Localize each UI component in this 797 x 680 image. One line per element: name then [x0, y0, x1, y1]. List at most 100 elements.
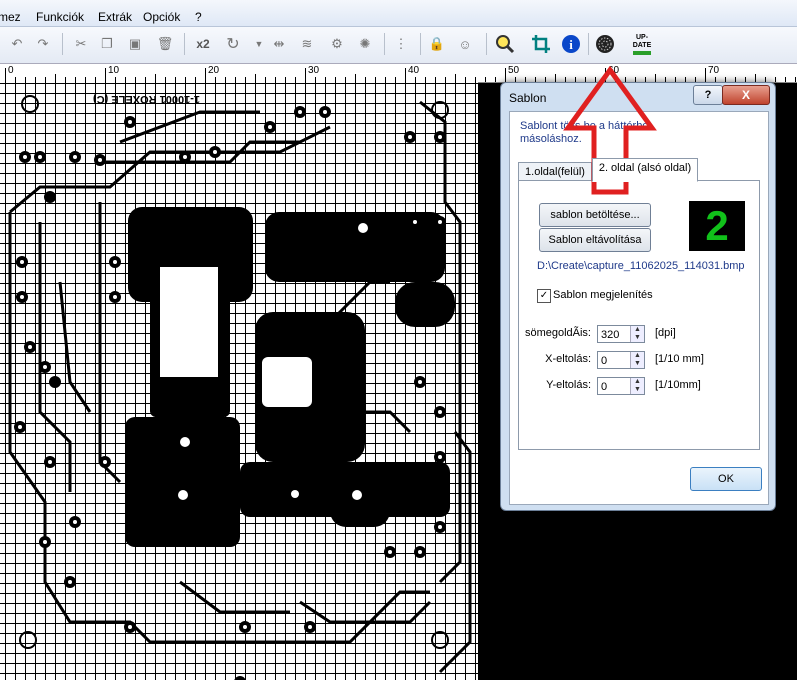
pad-hole [418, 550, 422, 554]
x-offset-input[interactable]: 0 ▲ ▼ [597, 351, 645, 369]
show-template-label: Sablon megjelenítés [553, 289, 653, 301]
toolbar-separator [588, 33, 589, 55]
update-icon[interactable]: UP- DATE [628, 33, 656, 55]
pad-hole [113, 295, 117, 299]
paste-icon[interactable]: ▣ [124, 33, 146, 55]
board-silkscreen-text: 1-10001 ROXELE (C) [93, 93, 200, 105]
info-icon[interactable]: i [560, 33, 582, 55]
dialog-title: Sablon [509, 91, 547, 105]
x-offset-value: 0 [601, 355, 608, 367]
spin-arrows-icon[interactable]: ▲ ▼ [630, 378, 644, 394]
mirror-icon[interactable]: ⇹ [268, 33, 290, 55]
template-icon[interactable] [594, 33, 616, 55]
resolution-value: 320 [601, 329, 620, 341]
copper-cutout [160, 267, 218, 377]
drill-hole [352, 490, 362, 500]
resolution-label: sömegoldÃis: [524, 327, 591, 339]
crop-icon[interactable] [530, 33, 552, 55]
pad [49, 376, 61, 388]
x-offset-label: X-eltolás: [545, 353, 591, 365]
ruler-tick [155, 74, 156, 82]
pad-hole [73, 155, 77, 159]
toolbar: ↶ ↷ ✂ ❐ ▣ 🗑 x2 ↻ ▼ ⇹ ≋ ⚙ ✺ ⋮ 🔒 ☺ i UP- D… [0, 27, 797, 64]
copper-area [125, 417, 240, 547]
pad-hole [113, 260, 117, 264]
ruler-tick [405, 68, 406, 82]
ruler-tick [355, 74, 356, 82]
pad-hole [20, 260, 24, 264]
pad-hole [98, 158, 102, 162]
menu-help[interactable]: ? [195, 10, 202, 24]
pad-hole [68, 580, 72, 584]
y-offset-input[interactable]: 0 ▲ ▼ [597, 377, 645, 395]
ruler-tick [105, 68, 106, 82]
dialog-content: Sablont tölts be a háttérbe másoláshoz. … [509, 111, 769, 505]
ok-button[interactable]: OK [690, 467, 762, 491]
pad-hole [438, 410, 442, 414]
pad-hole [28, 345, 32, 349]
drill-hole [358, 223, 368, 233]
redo-icon[interactable]: ↷ [32, 33, 54, 55]
group-icon[interactable]: ⚙ [326, 33, 348, 55]
undo-icon[interactable]: ↶ [6, 33, 28, 55]
drill-hole [180, 437, 190, 447]
pad-hole [438, 455, 442, 459]
connection-icon[interactable]: ⋮ [390, 33, 412, 55]
spin-arrows-icon[interactable]: ▲ ▼ [630, 326, 644, 342]
pad-hole [43, 365, 47, 369]
svg-text:i: i [569, 37, 573, 52]
mounting-hole [19, 631, 37, 649]
rotate-dropdown-icon[interactable]: ▼ [248, 33, 270, 55]
menu-functions[interactable]: Funkciók [36, 10, 84, 24]
ruler-tick [5, 68, 6, 82]
menu-file[interactable]: mez [0, 10, 21, 24]
spin-arrows-icon[interactable]: ▲ ▼ [630, 352, 644, 368]
delete-icon[interactable]: 🗑 [154, 33, 176, 55]
pad-hole [103, 460, 107, 464]
align-icon[interactable]: ≋ [296, 33, 318, 55]
trace [98, 202, 122, 484]
copy-icon[interactable]: ❐ [96, 33, 118, 55]
load-template-button[interactable]: sablon betöltése... [539, 203, 651, 227]
ruler-tick [755, 74, 756, 82]
pad-hole [308, 625, 312, 629]
pad-hole [183, 155, 187, 159]
top-ruler: 0 10 20 30 40 50 60 70 [0, 64, 797, 83]
pad-hole [298, 110, 302, 114]
tab-bottom-side[interactable]: 2. oldal (alsó oldal) [592, 158, 698, 182]
menu-options[interactable]: Opciók [143, 10, 180, 24]
pad-hole [213, 150, 217, 154]
ruler-tick [55, 74, 56, 82]
pad-hole [388, 550, 392, 554]
spark-icon[interactable]: ✺ [354, 33, 376, 55]
remove-template-button[interactable]: Sablon eltávolítása [539, 228, 651, 252]
trace [9, 125, 331, 214]
ruler-tick [705, 68, 706, 82]
pad-hole [73, 520, 77, 524]
help-button[interactable]: ? [693, 85, 723, 105]
pad-hole [438, 525, 442, 529]
zoom-x2-button[interactable]: x2 [192, 33, 214, 55]
y-offset-value: 0 [601, 381, 608, 393]
drill-hole [180, 289, 190, 299]
search-icon[interactable] [494, 33, 516, 55]
close-button[interactable]: X [722, 85, 770, 105]
y-offset-label: Y-eltolás: [546, 379, 591, 391]
lock-icon[interactable]: 🔒 [426, 33, 448, 55]
trace [119, 110, 260, 144]
pad-hole [268, 125, 272, 129]
rotate-icon[interactable]: ↻ [222, 33, 244, 55]
trace [38, 222, 72, 492]
mounting-hole [431, 101, 449, 119]
cut-icon[interactable]: ✂ [70, 33, 92, 55]
resolution-input[interactable]: 320 ▲ ▼ [597, 325, 645, 343]
ruler-label: 70 [708, 65, 720, 76]
pad-hole [243, 625, 247, 629]
pad-hole [38, 155, 42, 159]
menu-extras[interactable]: Extrák [98, 10, 132, 24]
drill-hole [291, 490, 299, 498]
mask-icon[interactable]: ☺ [454, 33, 476, 55]
resolution-unit: [dpi] [655, 327, 676, 339]
pad-hole [438, 220, 442, 224]
show-template-checkbox[interactable]: ✓ [537, 289, 551, 303]
